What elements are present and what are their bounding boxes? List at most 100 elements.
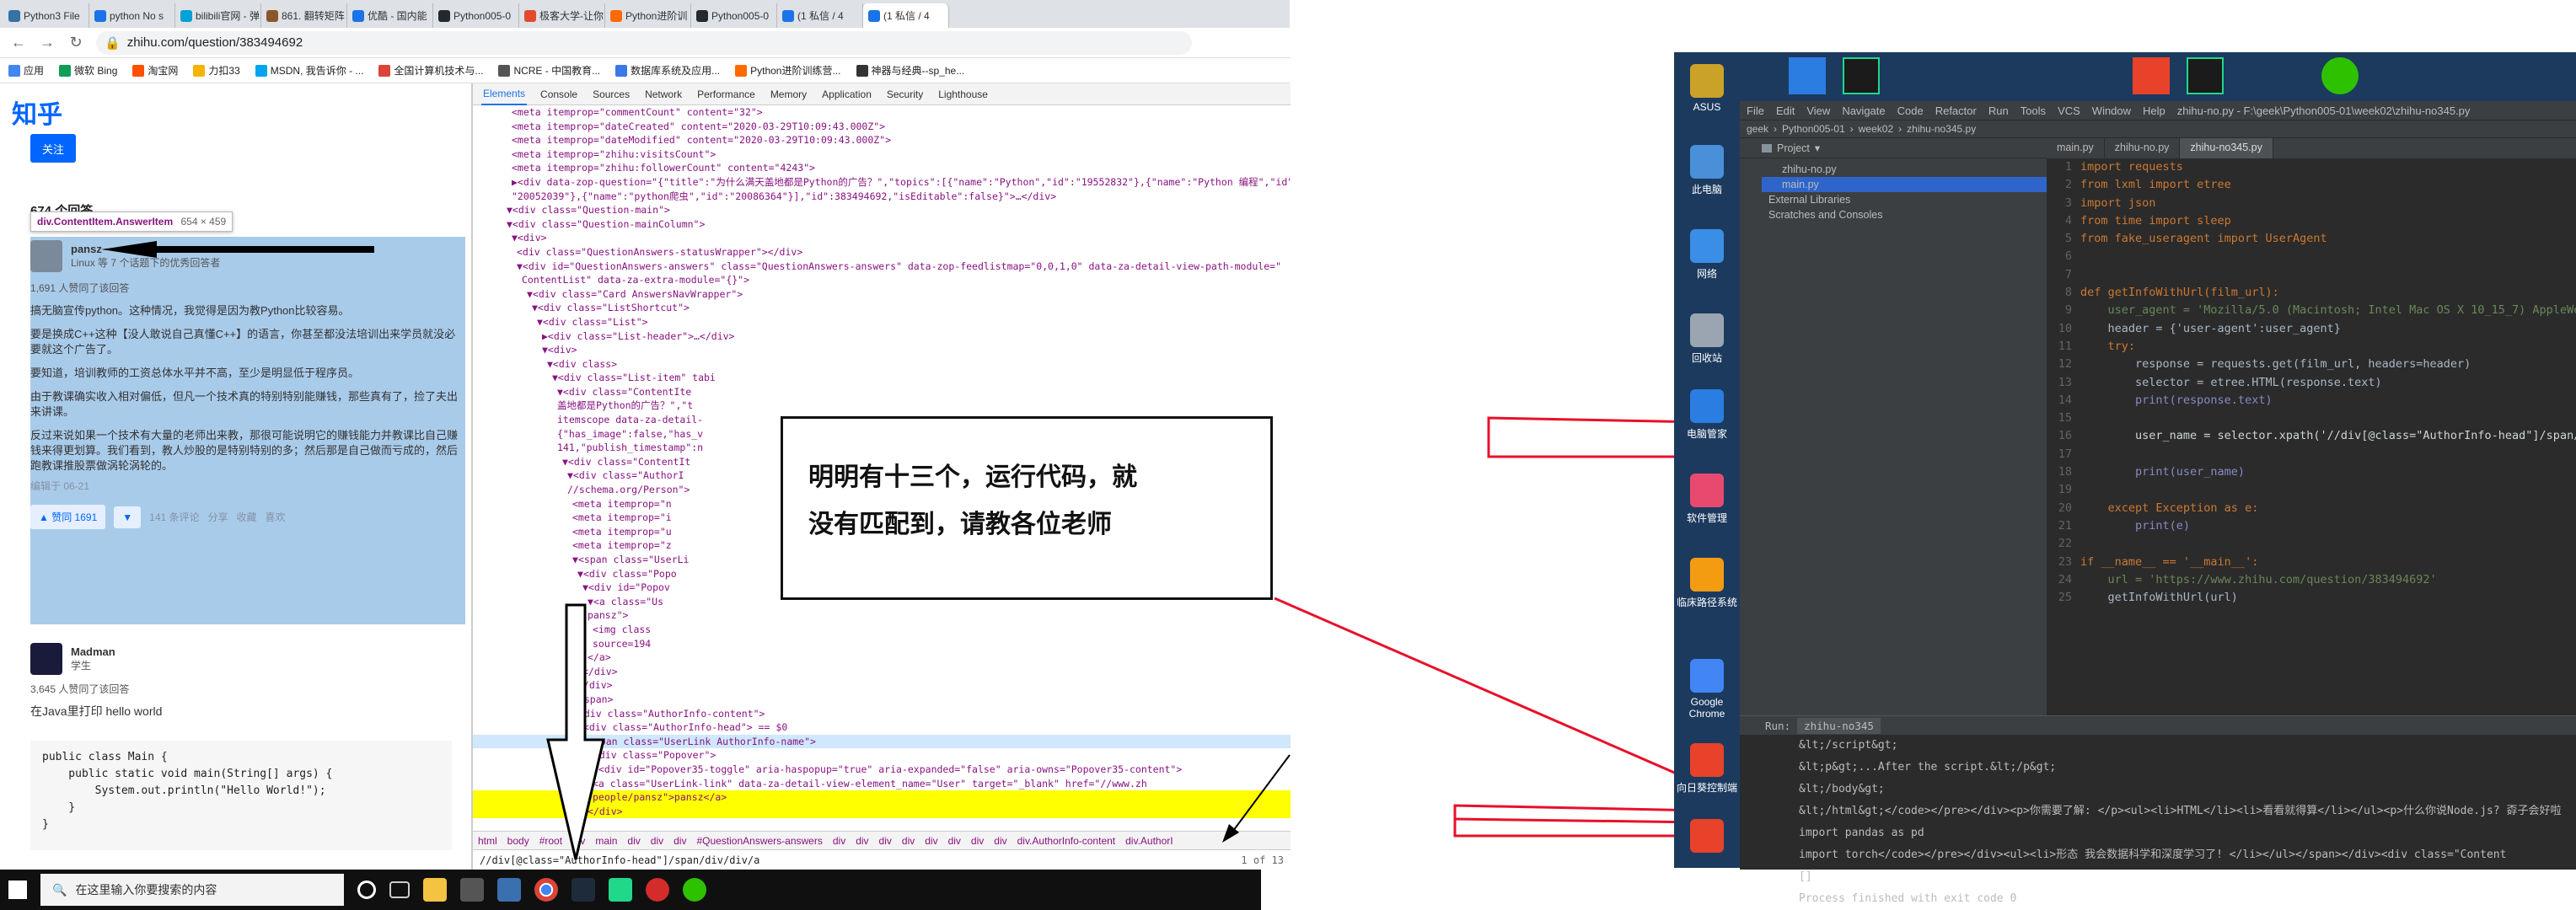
store-icon[interactable] [460, 878, 484, 902]
editor-tab[interactable]: main.py [2047, 138, 2105, 158]
project-tree-item[interactable]: External Libraries [1762, 192, 2047, 207]
desktop-icon[interactable] [1674, 819, 1740, 856]
desktop-icon[interactable]: 网络 [1674, 229, 1740, 281]
desktop-icon[interactable]: Google Chrome [1674, 659, 1740, 720]
editor-tabs: main.py zhihu-no.py zhihu-no345.py [2047, 138, 2576, 158]
project-label[interactable]: Project [1777, 142, 1810, 154]
menu-window[interactable]: Window [2092, 104, 2131, 117]
code-line: 14 print(response.text) [2047, 392, 2576, 410]
wechat-icon[interactable] [683, 878, 706, 902]
code-line: 11 try: [2047, 338, 2576, 356]
app-icon[interactable] [2133, 57, 2170, 94]
menu-navigate[interactable]: Navigate [1842, 104, 1885, 117]
code-text: import requests [2080, 160, 2183, 174]
file-explorer-icon[interactable] [423, 878, 447, 902]
code-editor[interactable]: 1 import requests 2 from lxml import etree 3… [2047, 158, 2576, 715]
app-icon[interactable] [572, 878, 595, 902]
line-number: 22 [2058, 537, 2072, 551]
code-line: 3 import json [2047, 195, 2576, 212]
pycharm-icon[interactable] [609, 878, 632, 902]
cortana-icon[interactable] [357, 881, 376, 899]
code-text: print(user_name) [2080, 465, 2246, 479]
code-line: 13 selector = etree.HTML(response.text) [2047, 374, 2576, 392]
code-text: if __name__ == '__main__': [2080, 554, 2259, 569]
path-segment[interactable]: geek [1747, 123, 1768, 135]
windows-start-icon[interactable] [8, 881, 27, 899]
arrow-red-line [1454, 817, 1704, 824]
path-segment[interactable]: week02 [1859, 123, 1893, 135]
app-icon[interactable] [497, 878, 521, 902]
path-segment[interactable]: zhihu-no345.py [1907, 123, 1976, 135]
menu-view[interactable]: View [1806, 104, 1830, 117]
line-number: 14 [2058, 393, 2072, 407]
app-icon[interactable] [646, 878, 669, 902]
code-line: 7 [2047, 266, 2576, 284]
line-number: 5 [2064, 232, 2072, 246]
project-tree-item[interactable]: zhihu-no.py [1762, 162, 2047, 177]
code-line: 22 [2047, 535, 2576, 553]
code-text: getInfoWithUrl(url) [2080, 591, 2238, 605]
menu-help[interactable]: Help [2143, 104, 2165, 117]
desktop-icon[interactable]: 临床路径系统 [1674, 558, 1740, 609]
code-text: from time import sleep [2080, 213, 2231, 228]
tree-item-label: External Libraries [1768, 194, 1851, 206]
desktop-icon-label: 向日葵控制端 [1676, 782, 1737, 794]
vscode-icon[interactable] [1789, 57, 1826, 94]
line-number: 4 [2064, 213, 2072, 228]
line-number: 13 [2058, 375, 2072, 389]
project-tree-item[interactable]: main.py [1762, 177, 2047, 192]
desktop-icon[interactable]: 回收站 [1674, 313, 1740, 365]
menu-edit[interactable]: Edit [1776, 104, 1795, 117]
taskbar-search-box[interactable]: 🔍 在这里输入你要搜索的内容 [40, 874, 344, 906]
line-number: 21 [2058, 518, 2072, 533]
line-number: 1 [2064, 160, 2072, 174]
pycharm-icon[interactable] [2187, 57, 2224, 94]
desktop-app-icon [1690, 743, 1724, 777]
pycharm-icon[interactable] [1843, 57, 1880, 94]
task-view-icon[interactable] [389, 881, 410, 898]
code-line: 18 print(user_name) [2047, 463, 2576, 481]
desktop-icon-label: Google Chrome [1688, 696, 1725, 720]
window-title: zhihu-no.py - F:\geek\Python005-01\week0… [2176, 104, 2471, 117]
menu-tools[interactable]: Tools [2021, 104, 2046, 117]
line-number: 12 [2058, 357, 2072, 372]
wechat-icon[interactable] [2321, 57, 2359, 94]
code-line: 20 except Exception as e: [2047, 500, 2576, 517]
desktop-icon[interactable]: ASUS [1674, 64, 1740, 113]
chevron-down-icon[interactable]: ▾ [1815, 142, 1820, 154]
editor-tab[interactable]: zhihu-no.py [2105, 138, 2181, 158]
line-number: 15 [2058, 411, 2072, 426]
output-line: &lt;/body&gt; [1799, 783, 1885, 795]
desktop-icon[interactable]: 电脑管家 [1674, 389, 1740, 441]
editor-tab[interactable]: zhihu-no345.py [2180, 138, 2273, 158]
menu-file[interactable]: File [1747, 104, 1764, 117]
code-text: header = {'user-agent':user_agent} [2080, 321, 2341, 335]
desktop-icon-label: 临床路径系统 [1676, 597, 1737, 608]
line-number: 19 [2058, 483, 2072, 497]
desktop-icon[interactable]: 此电脑 [1674, 145, 1740, 196]
path-segment[interactable]: Python005-01 [1782, 123, 1845, 135]
desktop-icon-label: ASUS [1693, 101, 1721, 113]
menu-run[interactable]: Run [1988, 104, 2009, 117]
menu-code[interactable]: Code [1897, 104, 1924, 117]
chrome-icon[interactable] [534, 878, 558, 902]
desktop-app-icon [1690, 558, 1724, 592]
tree-item-label: zhihu-no.py [1782, 163, 1837, 175]
arrow-diagonal-line [1230, 754, 1291, 835]
desktop-icon[interactable]: 向日葵控制端 [1674, 743, 1740, 795]
menu-vcs[interactable]: VCS [2058, 104, 2080, 117]
tree-item-label: main.py [1782, 179, 1819, 190]
code-text: from lxml import etree [2080, 178, 2231, 192]
output-line: &lt;/html&gt;</code></pre></div><p>你需要了解… [1799, 805, 2562, 817]
desktop-app-icon [1690, 389, 1724, 423]
code-line: 21 print(e) [2047, 517, 2576, 535]
code-line: 23 if __name__ == '__main__': [2047, 554, 2576, 571]
code-line: 10 header = {'user-agent':user_agent} [2047, 320, 2576, 338]
line-number: 25 [2058, 591, 2072, 605]
desktop-icon[interactable]: 软件管理 [1674, 474, 1740, 525]
project-tree-item[interactable]: Scratches and Consoles [1762, 207, 2047, 222]
menu-refactor[interactable]: Refactor [1935, 104, 1977, 117]
code-text: import json [2080, 195, 2156, 210]
run-config-tab[interactable]: zhihu-no345 [1797, 717, 1881, 734]
code-text: print(e) [2080, 518, 2191, 533]
